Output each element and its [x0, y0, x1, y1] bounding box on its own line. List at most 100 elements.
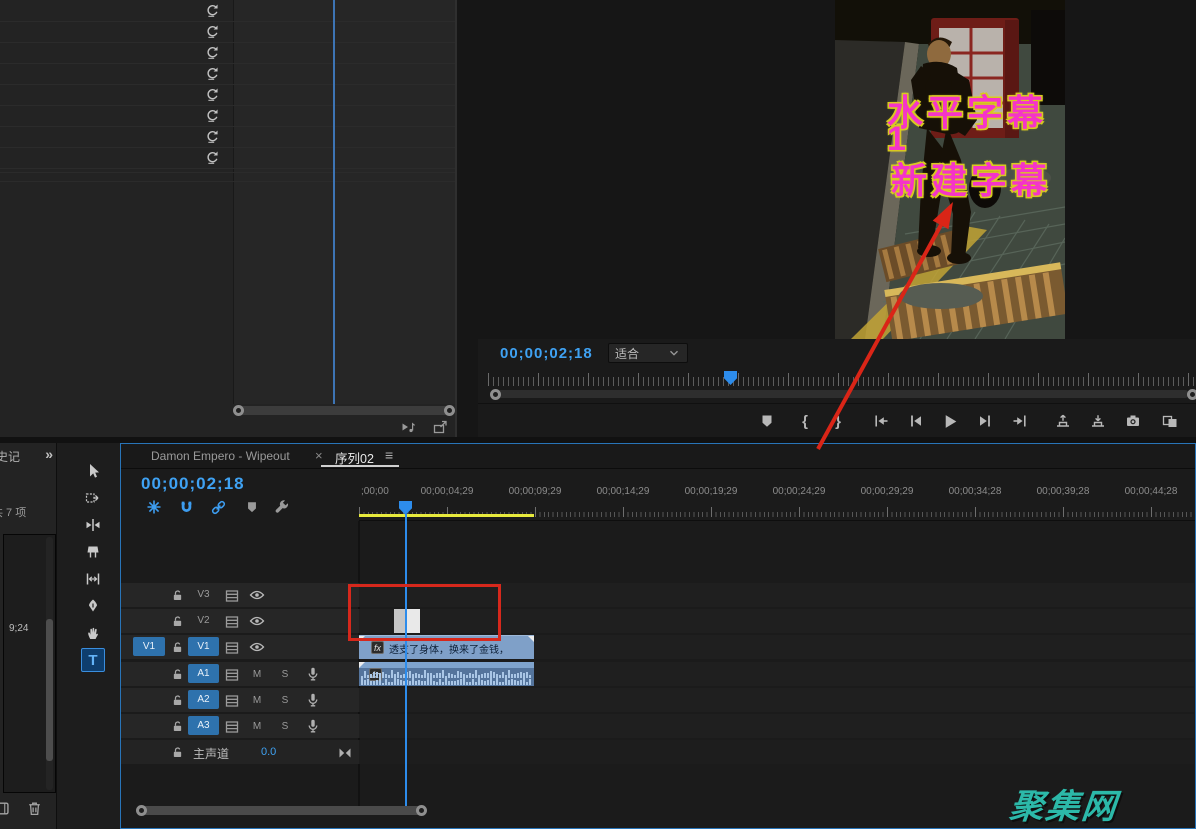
voiceover-mic-icon[interactable]	[305, 666, 321, 682]
reset-keyframe-icon[interactable]	[205, 150, 220, 165]
sync-lock-icon[interactable]	[224, 667, 240, 683]
zoom-level-select[interactable]: 适合	[608, 343, 688, 363]
play-audio-button[interactable]	[400, 419, 416, 435]
sync-lock-icon[interactable]	[224, 719, 240, 735]
new-item-icon[interactable]	[0, 800, 9, 817]
program-scrubber[interactable]	[488, 370, 1194, 387]
program-zoom-bar[interactable]	[490, 389, 1194, 400]
step-back-button[interactable]	[903, 408, 929, 434]
zoom-bar-right-handle[interactable]	[1187, 389, 1196, 400]
trash-icon[interactable]	[26, 800, 43, 817]
effect-controls-playhead[interactable]	[333, 0, 335, 404]
solo-button[interactable]: S	[277, 692, 293, 708]
lift-button[interactable]	[1050, 408, 1076, 434]
mute-button[interactable]: M	[249, 718, 265, 734]
sync-lock-icon[interactable]	[224, 693, 240, 709]
track-target-v3[interactable]: V3	[188, 585, 219, 604]
track-target-a3[interactable]: A3	[188, 716, 219, 735]
track-lock-icon[interactable]	[171, 614, 185, 628]
track-lock-icon[interactable]	[171, 588, 185, 602]
panel-more-chevrons-icon[interactable]: »	[45, 446, 53, 462]
zoom-bar-track[interactable]	[495, 390, 1189, 398]
slip-tool[interactable]	[81, 567, 105, 591]
timeline-horizontal-scrollbar[interactable]	[136, 805, 427, 816]
ripple-edit-tool[interactable]	[81, 513, 105, 537]
reset-keyframe-icon[interactable]	[205, 129, 220, 144]
reset-keyframe-icon[interactable]	[205, 24, 220, 39]
track-lock-icon[interactable]	[171, 719, 185, 733]
track-output-eye-icon[interactable]	[249, 587, 265, 603]
scrollbar-track[interactable]	[237, 406, 451, 415]
program-timecode[interactable]: 00;00;02;18	[500, 345, 593, 362]
snap-magnet-icon[interactable]	[177, 498, 195, 516]
hand-tool[interactable]	[81, 621, 105, 645]
track-lock-icon[interactable]	[171, 745, 185, 759]
reset-keyframe-icon[interactable]	[205, 87, 220, 102]
audio-clip-a1[interactable]: 透支了身体，换来了金钱， fx	[359, 662, 534, 686]
close-tab-icon[interactable]: ×	[315, 448, 323, 463]
solo-button[interactable]: S	[277, 718, 293, 734]
project-scrollbar[interactable]	[46, 537, 53, 790]
reset-keyframe-icon[interactable]	[205, 66, 220, 81]
project-scrollbar-thumb[interactable]	[46, 619, 53, 761]
step-forward-button[interactable]	[972, 408, 998, 434]
selection-tool[interactable]	[81, 459, 105, 483]
sync-lock-icon[interactable]	[224, 588, 240, 604]
scrollbar-right-handle[interactable]	[416, 805, 427, 816]
write-keyframes-icon[interactable]	[337, 745, 353, 761]
extract-button[interactable]	[1085, 408, 1111, 434]
export-icon[interactable]	[432, 419, 448, 435]
go-to-in-button[interactable]	[868, 408, 894, 434]
go-to-out-button[interactable]	[1007, 408, 1033, 434]
add-marker-icon[interactable]	[243, 498, 261, 516]
mute-button[interactable]: M	[249, 692, 265, 708]
mark-out-button[interactable]: }	[825, 408, 851, 434]
effect-controls-zoom-scrollbar[interactable]	[233, 405, 455, 416]
track-target-v2[interactable]: V2	[188, 611, 219, 630]
master-volume-value[interactable]: 0.0	[261, 746, 276, 758]
source-patch-v1[interactable]: V1	[133, 637, 165, 656]
razor-tool[interactable]	[81, 540, 105, 564]
track-target-a1[interactable]: A1	[188, 664, 219, 683]
play-button[interactable]	[937, 408, 963, 434]
zoom-bar-left-handle[interactable]	[490, 389, 501, 400]
comparison-view-button[interactable]	[1157, 408, 1183, 434]
reset-keyframe-icon[interactable]	[205, 3, 220, 18]
track-select-forward-tool[interactable]	[81, 486, 105, 510]
add-marker-button[interactable]	[754, 408, 780, 434]
voiceover-mic-icon[interactable]	[305, 692, 321, 708]
sync-lock-icon[interactable]	[224, 640, 240, 656]
reset-keyframe-icon[interactable]	[205, 108, 220, 123]
scrollbar-right-handle[interactable]	[444, 405, 455, 416]
scrollbar-track[interactable]	[140, 806, 423, 815]
track-target-a2[interactable]: A2	[188, 690, 219, 709]
video-preview[interactable]: 水平字幕 1 新建字幕	[835, 0, 1065, 339]
track-target-v1[interactable]: V1	[188, 637, 219, 656]
timeline-playhead-line[interactable]	[405, 514, 407, 806]
pen-tool[interactable]	[81, 594, 105, 618]
reset-keyframe-icon[interactable]	[205, 45, 220, 60]
track-lock-icon[interactable]	[171, 667, 185, 681]
insert-over-nest-icon[interactable]	[145, 498, 163, 516]
fx-badge[interactable]: fx	[371, 641, 384, 654]
track-output-eye-icon[interactable]	[249, 639, 265, 655]
track-lock-icon[interactable]	[171, 693, 185, 707]
scrollbar-left-handle[interactable]	[233, 405, 244, 416]
timeline-settings-wrench-icon[interactable]	[273, 498, 291, 516]
track-lane-master[interactable]	[359, 740, 1194, 764]
tab-damon-empero[interactable]: Damon Empero - Wipeout	[151, 449, 290, 463]
scrollbar-left-handle[interactable]	[136, 805, 147, 816]
project-item-list[interactable]: 9;24	[3, 534, 56, 793]
export-frame-button[interactable]	[1120, 408, 1146, 434]
mark-in-button[interactable]: {	[792, 408, 818, 434]
mute-button[interactable]: M	[249, 666, 265, 682]
track-lane-a2[interactable]	[359, 688, 1194, 712]
panel-menu-icon[interactable]: ≡	[385, 447, 393, 463]
solo-button[interactable]: S	[277, 666, 293, 682]
track-lane-a3[interactable]	[359, 714, 1194, 738]
track-output-eye-icon[interactable]	[249, 613, 265, 629]
sync-lock-icon[interactable]	[224, 614, 240, 630]
voiceover-mic-icon[interactable]	[305, 718, 321, 734]
timeline-timecode[interactable]: 00;00;02;18	[141, 474, 245, 494]
track-lock-icon[interactable]	[171, 640, 185, 654]
